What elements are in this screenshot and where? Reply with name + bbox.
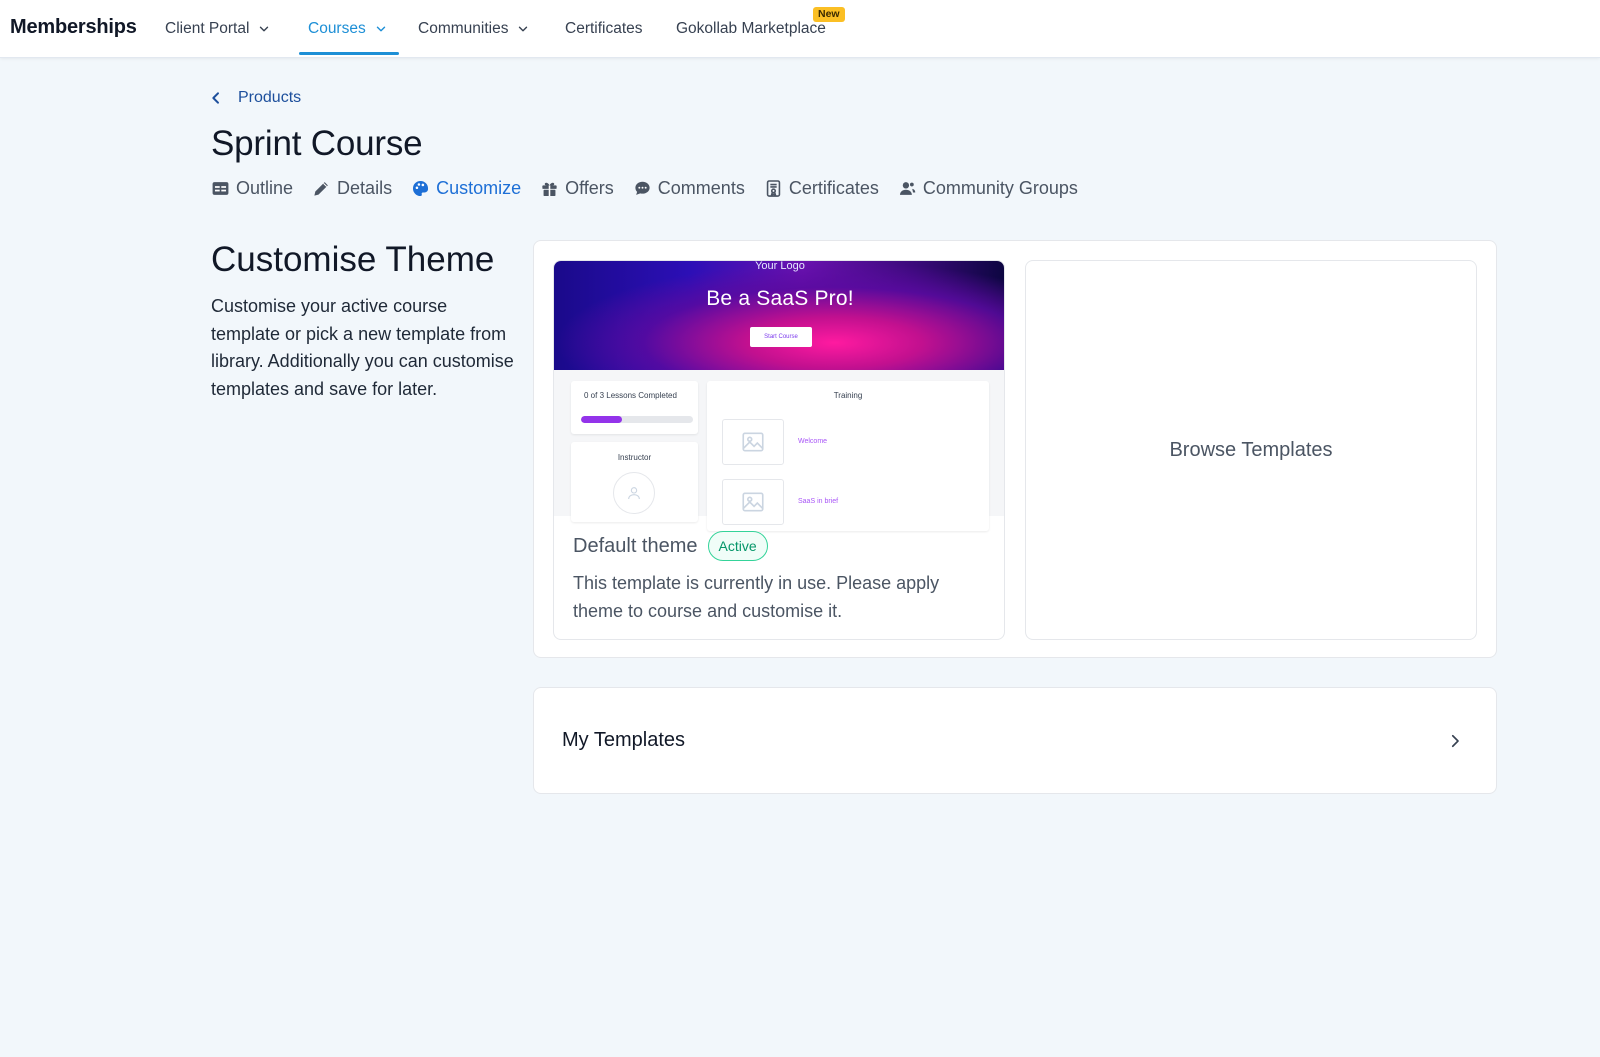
tab-community-groups[interactable]: Community Groups <box>898 178 1078 199</box>
preview-training-label: Training <box>833 391 863 400</box>
preview-progress-card: 0 of 3 Lessons Completed <box>571 381 698 434</box>
preview-training-card: Training Welcome SaaS in brief <box>707 381 989 531</box>
preview-cta-button: Start Course <box>750 327 812 347</box>
chevron-down-icon <box>260 26 269 32</box>
image-placeholder-icon <box>722 479 784 525</box>
default-theme-card[interactable]: Your Logo Be a SaaS Pro! Start Course 0 … <box>553 260 1005 640</box>
chevron-right-icon <box>1451 734 1459 748</box>
table-icon <box>212 182 229 195</box>
user-avatar-icon <box>613 472 655 514</box>
preview-instructor-label: Instructor <box>617 453 652 462</box>
tab-label: Certificates <box>788 178 879 198</box>
tab-label: Outline <box>236 178 294 198</box>
nav-item-certificates[interactable]: Certificates <box>565 20 643 38</box>
tab-offers[interactable]: Offers <box>540 178 614 199</box>
tab-label: Customize <box>436 178 522 198</box>
preview-progress-fill <box>581 416 623 423</box>
tab-details[interactable]: Details <box>312 178 392 199</box>
preview-hero-banner: Your Logo Be a SaaS Pro! Start Course <box>554 260 1004 370</box>
status-badge: Active <box>707 531 768 561</box>
section-description: Customise your active course template or… <box>211 296 514 399</box>
theme-description: This template is currently in use. Pleas… <box>573 573 940 621</box>
nav-item-label: Certificates <box>565 20 643 37</box>
my-templates-label: My Templates <box>562 729 686 751</box>
tab-comments[interactable]: Comments <box>633 178 745 199</box>
theme-title-row: Default theme Active <box>573 531 768 561</box>
image-placeholder-icon <box>722 419 784 465</box>
theme-preview-image: Your Logo Be a SaaS Pro! Start Course 0 … <box>554 260 1004 531</box>
preview-lesson-welcome: Welcome <box>798 438 828 445</box>
active-nav-indicator <box>299 52 399 55</box>
pencil-icon <box>314 182 328 196</box>
palette-icon <box>413 180 429 197</box>
theme-panel: Your Logo Be a SaaS Pro! Start Course 0 … <box>533 240 1497 658</box>
tab-certificates[interactable]: Certificates <box>764 178 879 199</box>
nav-item-label: Gokollab Marketplace <box>676 20 826 37</box>
browse-templates-button[interactable]: Browse Templates <box>1025 260 1477 640</box>
preview-instructor-card: Instructor <box>571 442 698 522</box>
user-group-icon <box>899 182 916 195</box>
tab-label: Community Groups <box>922 178 1078 198</box>
nav-item-client-portal[interactable]: Client Portal <box>165 20 271 38</box>
tab-label: Comments <box>657 178 745 198</box>
theme-title: Default theme <box>573 534 698 557</box>
nav-item-label: Communities <box>418 20 509 37</box>
chevron-down-icon <box>519 26 528 32</box>
breadcrumb[interactable]: Products <box>208 89 301 107</box>
gift-icon <box>542 182 557 197</box>
chevron-left-icon <box>212 92 219 104</box>
page-title: Sprint Course <box>211 124 423 163</box>
preview-headline: Be a SaaS Pro! <box>706 287 854 310</box>
new-badge: New <box>813 7 845 22</box>
nav-item-communities[interactable]: Communities <box>418 20 530 38</box>
certificate-icon <box>766 180 781 197</box>
nav-item-marketplace[interactable]: Gokollab Marketplace <box>676 20 826 38</box>
course-subtabs: Outline Details Customize Offers Comment… <box>211 178 1097 199</box>
preview-progress-label: 0 of 3 Lessons Completed <box>584 391 677 400</box>
top-nav: Memberships Client Portal Courses Commun… <box>0 0 1600 58</box>
nav-item-label: Client Portal <box>165 20 250 37</box>
brand-title: Memberships <box>10 16 137 38</box>
nav-item-courses[interactable]: Courses <box>308 20 388 38</box>
browse-templates-label: Browse Templates <box>1169 438 1333 461</box>
preview-lesson-saas: SaaS in brief <box>798 498 839 505</box>
tab-customize[interactable]: Customize <box>411 178 521 199</box>
tab-label: Details <box>337 178 393 198</box>
preview-logo: Your Logo <box>755 260 805 272</box>
tab-outline[interactable]: Outline <box>211 178 293 199</box>
tab-label: Offers <box>565 178 614 198</box>
chevron-down-icon <box>376 26 385 32</box>
section-title: Customise Theme <box>211 240 495 279</box>
chat-bubble-icon <box>635 181 650 195</box>
breadcrumb-label: Products <box>238 89 302 106</box>
my-templates-row[interactable]: My Templates <box>533 687 1497 794</box>
nav-item-label: Courses <box>308 20 366 37</box>
preview-progress-bar <box>581 416 693 423</box>
